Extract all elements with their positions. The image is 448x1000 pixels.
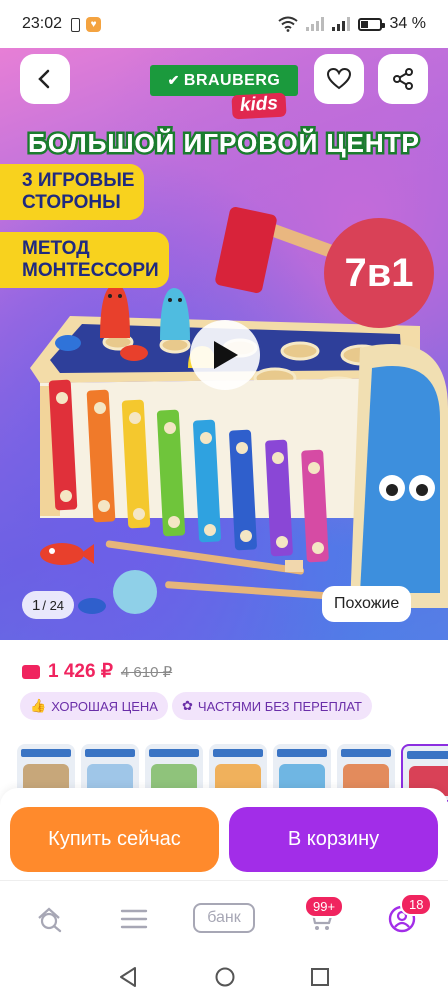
triangle-back-icon[interactable] [118, 966, 138, 988]
add-to-cart-button[interactable]: В корзину [229, 807, 438, 872]
product-page: 23:02 ♥ 34 % ✔ BRAUBERG kids БОЛЬШОЙ ИГР… [0, 0, 448, 1000]
menu-icon [120, 909, 148, 929]
cart-badge: 99+ [304, 895, 345, 918]
buy-now-button[interactable]: Купить сейчас [10, 807, 219, 872]
brand-name: BRAUBERG [183, 71, 281, 89]
installments-chip[interactable]: ✿ ЧАСТЯМИ БЕЗ ПЕРЕПЛАТ [172, 692, 372, 720]
vibrate-icon [68, 17, 82, 32]
thumbs-up-icon: 👍 [30, 698, 47, 713]
brand-check-icon: ✔ [167, 72, 180, 88]
current-price: 1 426 ₽ [48, 661, 113, 682]
feature-tag-montessori: МЕТОД МОНТЕССОРИ [0, 232, 169, 288]
share-icon [393, 68, 413, 90]
brand-sub-logo: kids [231, 92, 287, 120]
gallery-current: 1 [32, 596, 41, 614]
profile-badge: 18 [400, 893, 433, 916]
square-recents-icon[interactable] [310, 967, 330, 987]
play-icon [214, 341, 238, 369]
similar-button[interactable]: Похожие [322, 586, 412, 622]
seven-in-one-badge: 7в1 [324, 218, 434, 328]
circle-home-icon[interactable] [214, 966, 236, 988]
feature-tag-sides-line2: СТОРОНЫ [22, 192, 121, 213]
nav-home-search[interactable] [30, 899, 70, 939]
signal-icon-2 [331, 17, 350, 31]
nav-catalog[interactable] [114, 899, 154, 939]
bottom-nav: банк 99+ 18 [0, 880, 448, 954]
good-price-label: ХОРОШАЯ ЦЕНА [51, 698, 158, 714]
flower-icon: ✿ [182, 698, 193, 713]
back-button[interactable] [20, 54, 70, 104]
battery-percent: 34 % [389, 15, 426, 32]
status-bar: 23:02 ♥ 34 % [0, 0, 448, 48]
old-price: 4 610 ₽ [120, 663, 173, 681]
heart-icon [326, 67, 352, 90]
notification-app-icon: ♥ [86, 16, 102, 32]
search-icon [38, 907, 62, 933]
favorite-button[interactable] [314, 54, 364, 104]
feature-tag-sides: 3 ИГРОВЫЕ СТОРОНЫ [0, 164, 145, 220]
banner-headline: БОЛЬШОЙ ИГРОВОЙ ЦЕНТР [28, 128, 420, 158]
signal-icon-1 [305, 17, 324, 31]
status-time: 23:02 [22, 15, 63, 32]
price-row: 1 426 ₽ 4 610 ₽ [22, 660, 172, 683]
feature-tag-montessori-line2: МОНТЕССОРИ [22, 260, 159, 281]
play-video-button[interactable] [190, 320, 260, 390]
nav-bank[interactable]: банк [193, 903, 255, 933]
gallery-total: / 24 [42, 597, 65, 613]
share-button[interactable] [378, 54, 428, 104]
product-gallery[interactable]: ✔ BRAUBERG kids БОЛЬШОЙ ИГРОВОЙ ЦЕНТР БО… [0, 48, 448, 640]
gallery-counter: 1 / 24 [22, 591, 75, 619]
chevron-left-icon [38, 69, 50, 89]
system-nav-bar [0, 954, 448, 1000]
feature-tag-sides-line1: 3 ИГРОВЫЕ [22, 170, 135, 191]
good-price-chip[interactable]: 👍 ХОРОШАЯ ЦЕНА [20, 692, 168, 720]
wifi-icon [277, 16, 298, 32]
battery-icon [357, 17, 385, 31]
installments-label: ЧАСТЯМИ БЕЗ ПЕРЕПЛАТ [197, 698, 362, 714]
purchase-panel: Купить сейчас В корзину [0, 788, 448, 880]
brand-logo: ✔ BRAUBERG [150, 65, 298, 96]
wallet-icon [22, 664, 40, 679]
feature-tag-montessori-line1: МЕТОД [22, 238, 90, 259]
